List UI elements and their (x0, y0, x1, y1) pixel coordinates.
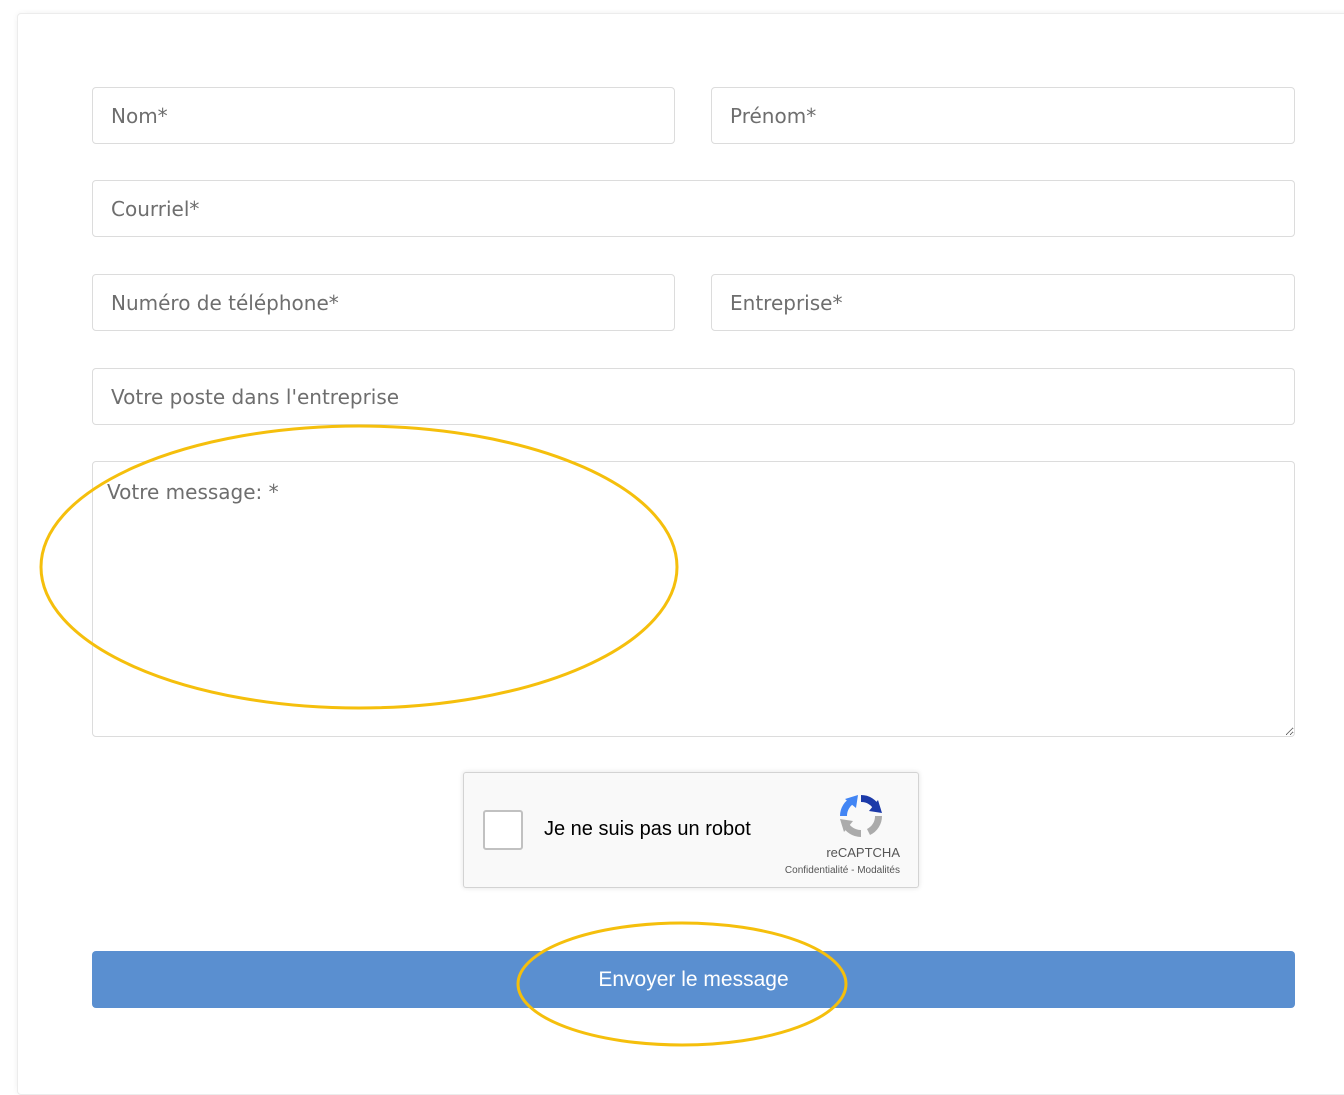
telephone-field[interactable] (92, 274, 675, 331)
recaptcha-label: Je ne suis pas un robot (544, 818, 751, 840)
recaptcha-widget: Je ne suis pas un robot reCAPTCHA Confid… (463, 772, 919, 888)
entreprise-field[interactable] (711, 274, 1295, 331)
recaptcha-logo-icon (840, 795, 882, 837)
recaptcha-privacy-link[interactable]: Confidentialité (785, 865, 848, 876)
courriel-field[interactable] (92, 180, 1295, 237)
prenom-field[interactable] (711, 87, 1295, 144)
nom-field[interactable] (92, 87, 675, 144)
submit-button[interactable]: Envoyer le message (92, 951, 1295, 1008)
message-textarea[interactable] (92, 461, 1295, 737)
recaptcha-links-separator: - (848, 865, 858, 876)
recaptcha-checkbox[interactable] (483, 810, 523, 850)
poste-field[interactable] (92, 368, 1295, 425)
recaptcha-links: Confidentialité - Modalités (785, 865, 900, 876)
recaptcha-brand: reCAPTCHA (826, 845, 900, 860)
recaptcha-terms-link[interactable]: Modalités (857, 865, 900, 876)
